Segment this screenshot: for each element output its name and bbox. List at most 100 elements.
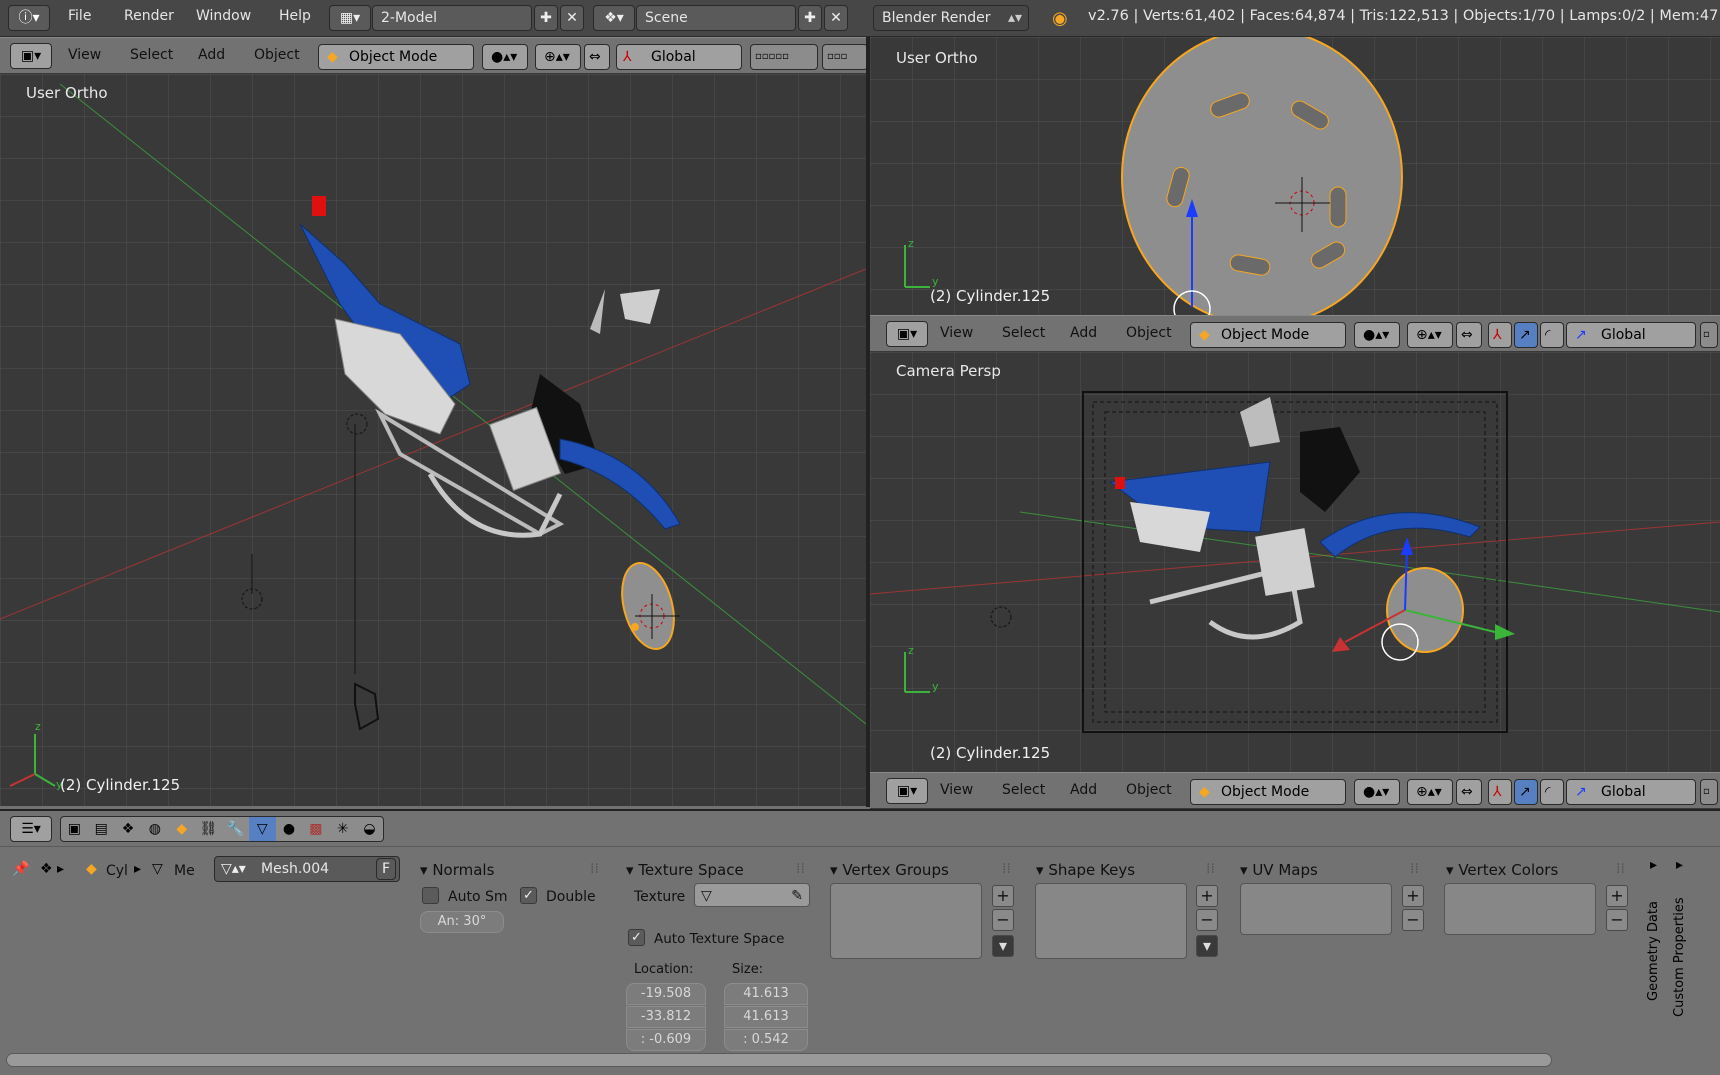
scale-manipulator-br[interactable]: ◜ (1540, 779, 1564, 805)
pivot-point-select-br[interactable]: ⊕▴▾ (1407, 779, 1453, 805)
physics-tab-icon[interactable]: ◒ (356, 817, 383, 841)
texture-tab-icon[interactable]: ▩ (302, 817, 329, 841)
uv-maps-panel-title[interactable]: ▾ UV Maps (1240, 861, 1318, 879)
layer-buttons-2[interactable]: ▫▫▫ (822, 44, 868, 70)
mode-select[interactable]: ◆ Object Mode (318, 44, 474, 70)
vertex-colors-list[interactable] (1444, 883, 1596, 935)
menu-add-br[interactable]: Add (1070, 782, 1097, 798)
scene-field[interactable]: Scene (636, 5, 796, 31)
transform-orientation-select-tr[interactable]: ↗ Global (1566, 322, 1696, 348)
layers-tab-icon[interactable]: ▤ (88, 817, 115, 841)
particles-tab-icon[interactable]: ✳ (329, 817, 356, 841)
location-y-field[interactable]: -33.812 (626, 1006, 706, 1028)
menu-object[interactable]: Object (254, 47, 300, 63)
transform-orientation-select[interactable]: ⅄ Global (616, 44, 742, 70)
vertex-group-add-button[interactable]: + (992, 885, 1014, 907)
menu-object-tr[interactable]: Object (1126, 325, 1172, 341)
uv-map-remove-button[interactable]: − (1402, 909, 1424, 931)
viewport-shading-select-tr[interactable]: ●▴▾ (1354, 322, 1400, 348)
menu-view[interactable]: View (68, 47, 101, 63)
menu-select[interactable]: Select (130, 47, 173, 63)
editor-type-3dview-button-br[interactable]: ▣▾ (886, 778, 928, 804)
normals-drag-handle[interactable]: ⁞⁞ (590, 861, 599, 877)
transform-orientation-select-br[interactable]: ↗ Global (1566, 779, 1696, 805)
shape-keys-list[interactable] (1035, 883, 1187, 959)
manipulator-toggle-tr[interactable]: ⇔ (1456, 322, 1482, 348)
layer-buttons[interactable]: ▫▫▫▫▫ (750, 44, 818, 70)
menu-select-tr[interactable]: Select (1002, 325, 1045, 341)
vertex-colors-drag-handle[interactable]: ⁞⁞ (1616, 861, 1625, 877)
tab-custom-properties[interactable]: Custom Properties (1672, 881, 1694, 1031)
shape-keys-panel-title[interactable]: ▾ Shape Keys (1036, 861, 1135, 879)
shape-key-menu-button[interactable]: ▾ (1196, 935, 1218, 957)
vertex-color-add-button[interactable]: + (1606, 885, 1628, 907)
top-right-3d-viewport[interactable]: z y User Ortho (2) Cylinder.125 (870, 37, 1720, 315)
menu-select-br[interactable]: Select (1002, 782, 1045, 798)
shape-key-add-button[interactable]: + (1196, 885, 1218, 907)
vertex-colors-panel-title[interactable]: ▾ Vertex Colors (1446, 861, 1558, 879)
pin-icon[interactable]: 📌 (12, 861, 29, 877)
menu-view-tr[interactable]: View (940, 325, 973, 341)
object-tab-icon[interactable]: ◆ (168, 817, 195, 841)
auto-texture-space-checkbox[interactable]: ✓ (628, 929, 645, 946)
editor-type-properties-button[interactable]: ☰▾ (10, 816, 52, 842)
auto-smooth-angle-field[interactable]: An: 30° (420, 911, 504, 933)
size-z-field[interactable]: : 0.542 (724, 1029, 808, 1051)
delete-screen-button[interactable]: ✕ (560, 5, 584, 31)
mode-select-br[interactable]: ◆ Object Mode (1190, 779, 1346, 805)
constraints-tab-icon[interactable]: ⛓ (195, 817, 222, 841)
menu-add-tr[interactable]: Add (1070, 325, 1097, 341)
mesh-datablock-field[interactable]: ▽▴▾ Mesh.004 (214, 856, 400, 882)
vertex-groups-drag-handle[interactable]: ⁞⁞ (1002, 861, 1011, 877)
size-y-field[interactable]: 41.613 (724, 1006, 808, 1028)
scene-icon[interactable]: ❖▾ (593, 5, 635, 31)
menu-view-br[interactable]: View (940, 782, 973, 798)
manipulator-toggle[interactable]: ⇔ (584, 44, 610, 70)
translate-manipulator-br[interactable]: ⅄ (1488, 779, 1512, 805)
auto-smooth-checkbox[interactable] (422, 887, 439, 904)
manipulator-toggle-br[interactable]: ⇔ (1456, 779, 1482, 805)
pivot-point-select[interactable]: ⊕▴▾ (535, 44, 581, 70)
uv-maps-list[interactable] (1240, 883, 1392, 935)
double-sided-checkbox[interactable]: ✓ (520, 887, 537, 904)
scene-tab-icon[interactable]: ❖ (115, 817, 142, 841)
vertex-color-remove-button[interactable]: − (1606, 909, 1628, 931)
add-scene-button[interactable]: ✚ (798, 5, 822, 31)
delete-scene-button[interactable]: ✕ (824, 5, 848, 31)
add-screen-button[interactable]: ✚ (534, 5, 558, 31)
menu-add[interactable]: Add (198, 47, 225, 63)
mode-select-tr[interactable]: ◆ Object Mode (1190, 322, 1346, 348)
viewport-shading-select[interactable]: ●▴▾ (482, 44, 528, 70)
world-tab-icon[interactable]: ◍ (141, 817, 168, 841)
location-z-field[interactable]: : -0.609 (626, 1029, 706, 1051)
modifiers-tab-icon[interactable]: 🔧 (222, 817, 249, 841)
location-x-field[interactable]: -19.508 (626, 983, 706, 1005)
menu-file[interactable]: File (68, 8, 91, 24)
menu-help[interactable]: Help (279, 8, 311, 24)
tab-scroll-right-icon-2[interactable]: ▸ (1676, 857, 1683, 873)
uv-map-add-button[interactable]: + (1402, 885, 1424, 907)
mesh-data-tab-icon[interactable]: ▽ (248, 817, 276, 841)
menu-object-br[interactable]: Object (1126, 782, 1172, 798)
layer-buttons-tr[interactable]: ▫ (1700, 322, 1718, 348)
fake-user-button[interactable]: F (376, 858, 396, 880)
shape-key-remove-button[interactable]: − (1196, 909, 1218, 931)
translate-manipulator-tr[interactable]: ⅄ (1488, 322, 1512, 348)
size-x-field[interactable]: 41.613 (724, 983, 808, 1005)
normals-panel-title[interactable]: ▾ Normals (420, 861, 494, 879)
material-tab-icon[interactable]: ● (276, 817, 303, 841)
vertex-groups-panel-title[interactable]: ▾ Vertex Groups (830, 861, 949, 879)
rotate-manipulator-tr[interactable]: ↗ (1514, 322, 1538, 348)
texture-mesh-field[interactable]: ▽ ✎ (694, 883, 810, 907)
vertex-groups-list[interactable] (830, 883, 982, 959)
texture-space-panel-title[interactable]: ▾ Texture Space (626, 861, 744, 879)
pivot-point-select-tr[interactable]: ⊕▴▾ (1407, 322, 1453, 348)
horizontal-scrollbar[interactable] (6, 1053, 1552, 1067)
tab-geometry-data[interactable]: Geometry Data (1646, 891, 1668, 1011)
uv-maps-drag-handle[interactable]: ⁞⁞ (1410, 861, 1419, 877)
shape-keys-drag-handle[interactable]: ⁞⁞ (1206, 861, 1215, 877)
camera-3d-viewport[interactable]: z y Camera Persp (2) Cylinder.125 (870, 352, 1720, 772)
render-tab-icon[interactable]: ▣ (61, 817, 88, 841)
eyedropper-icon[interactable]: ✎ (791, 884, 803, 908)
render-engine-select[interactable]: Blender Render ▴▾ (873, 5, 1029, 31)
